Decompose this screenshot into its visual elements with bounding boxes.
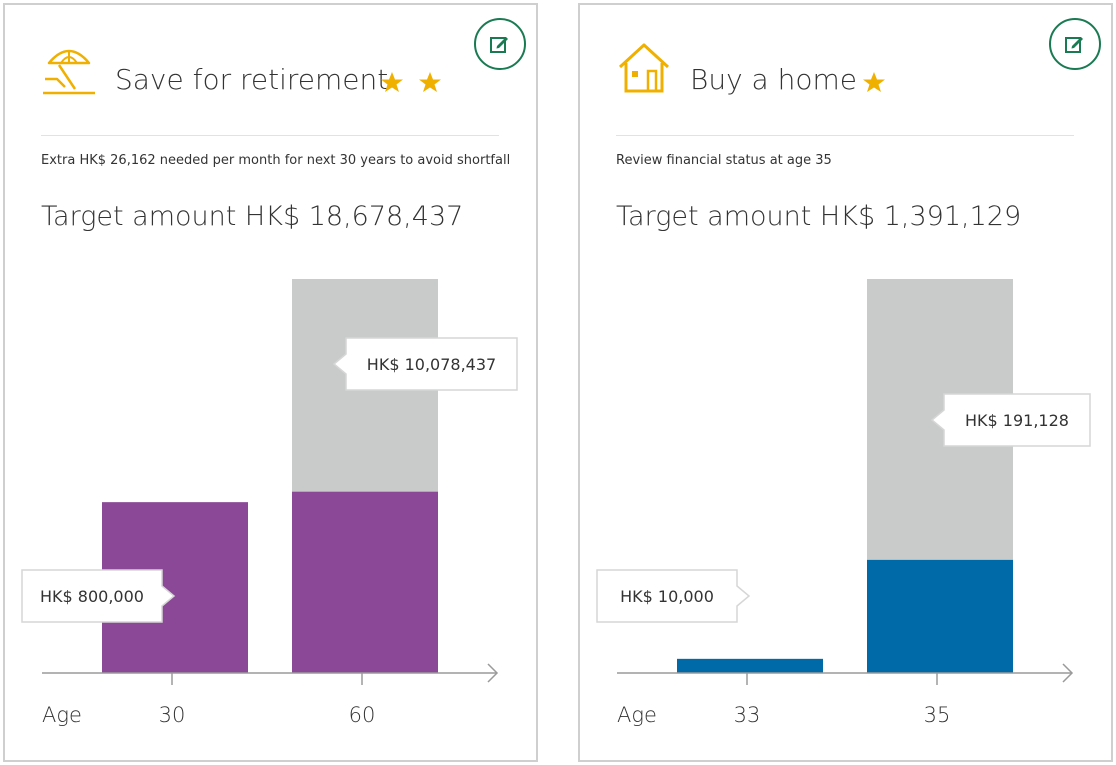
callout-text: HK$ 800,000 [40, 587, 144, 606]
goal-chart: 33 35 Age HK$ 10,000 HK$ 191,128 [596, 279, 1091, 727]
x-tick-label: 60 [349, 703, 376, 727]
x-tick-label: 33 [734, 703, 761, 727]
goal-card-home: Buy a home Review financial status at ag… [578, 3, 1113, 762]
callout-text: HK$ 10,000 [620, 587, 714, 606]
x-axis-label: Age [617, 703, 657, 727]
x-tick-label: 30 [159, 703, 186, 727]
callout-label: HK$ 191,128 [930, 393, 1091, 447]
x-axis-label: Age [42, 703, 82, 727]
bar-saved-60 [292, 491, 438, 673]
goal-chart: 30 60 Age HK$ 800,000 HK$ 10,078,437 [21, 279, 518, 727]
callout-label: HK$ 800,000 [21, 569, 176, 623]
callout-label: HK$ 10,000 [596, 569, 751, 623]
goal-card-retirement: Save for retirement Extra HK$ 26,162 nee… [3, 3, 538, 762]
bar-saved-33 [677, 658, 823, 673]
bar-saved-35 [867, 559, 1013, 673]
callout-text: HK$ 191,128 [965, 411, 1069, 430]
callout-label: HK$ 10,078,437 [332, 337, 518, 391]
x-tick-label: 35 [924, 703, 951, 727]
callout-text: HK$ 10,078,437 [367, 355, 496, 374]
